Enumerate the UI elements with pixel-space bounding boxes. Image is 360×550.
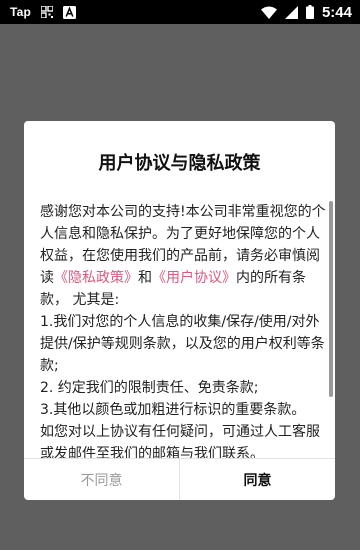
cut-off-paragraph: 如您对以上协议有任何疑问，可通过人工客服或发邮件至我们的邮箱与我们联系。 bbox=[40, 424, 320, 458]
clock-time: 5:44 bbox=[321, 3, 352, 21]
battery-icon bbox=[305, 5, 314, 19]
qr-grid-icon bbox=[41, 6, 54, 18]
list-item: 2. 约定我们的限制责任、免责条款; bbox=[40, 380, 259, 396]
status-bar-right: 5:44 bbox=[260, 0, 352, 24]
a-box-icon bbox=[63, 5, 77, 19]
dialog-title: 用户协议与隐私政策 bbox=[98, 153, 261, 174]
content-scrollbar[interactable] bbox=[329, 201, 333, 397]
cell-signal-icon bbox=[284, 5, 298, 19]
user-agreement-link[interactable]: 《用户协议》 bbox=[152, 270, 236, 286]
dialog-button-row: 不同意 同意 bbox=[24, 458, 335, 500]
intro-and-text: 和 bbox=[138, 270, 152, 286]
list-item: 1.我们对您的个人信息的收集/保存/使用/对外提供/保护等规则条款，以及您的用户… bbox=[40, 314, 325, 374]
wifi-icon bbox=[260, 6, 277, 19]
agreement-dialog: 用户协议与隐私政策 感谢您对本公司的支持!本公司非常重视您的个人信息和隐私保护。… bbox=[24, 121, 335, 500]
status-bar: Tap 5:44 bbox=[0, 0, 360, 24]
status-bar-left: Tap bbox=[10, 0, 77, 24]
app-notification-label: Tap bbox=[10, 5, 32, 19]
list-item: 3.其他以颜色或加粗进行标识的重要条款。 bbox=[40, 402, 306, 418]
agreement-content[interactable]: 感谢您对本公司的支持!本公司非常重视您的个人信息和隐私保护。为了更好地保障您的个… bbox=[40, 201, 326, 458]
agree-button[interactable]: 同意 bbox=[180, 459, 335, 500]
intro-paragraph: 感谢您对本公司的支持!本公司非常重视您的个人信息和隐私保护。为了更好地保障您的个… bbox=[40, 201, 326, 311]
disagree-button[interactable]: 不同意 bbox=[24, 459, 180, 500]
privacy-policy-link[interactable]: 《隐私政策》 bbox=[54, 270, 138, 286]
